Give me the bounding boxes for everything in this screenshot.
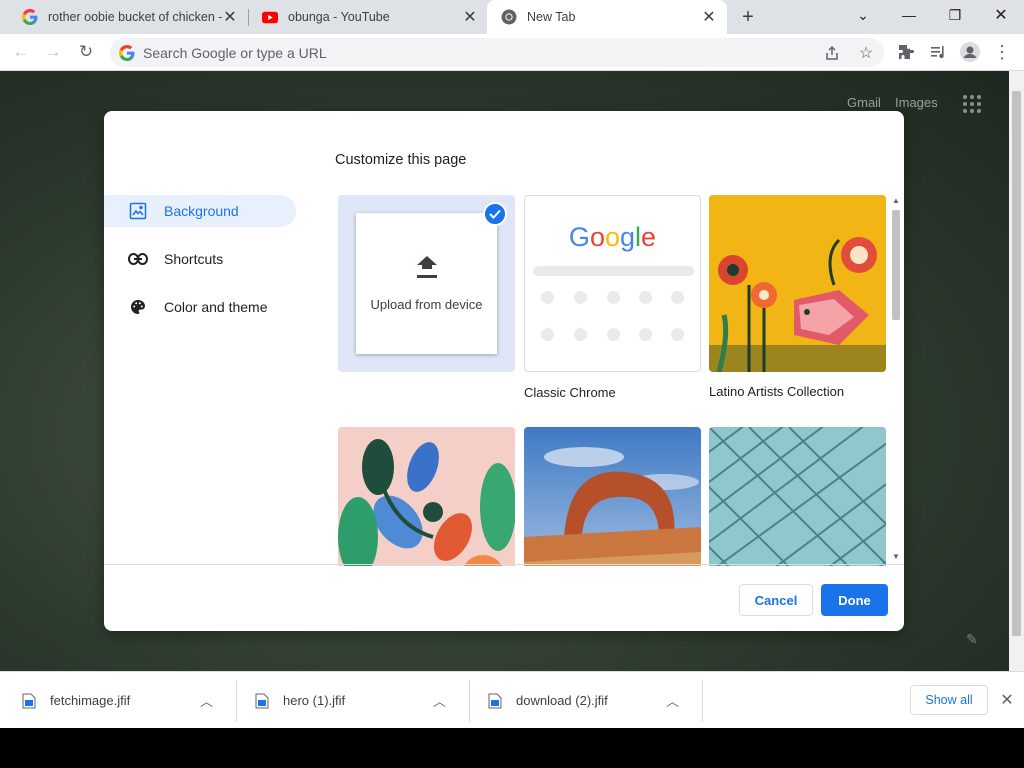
menu-label: Background <box>164 203 239 219</box>
omnibox[interactable]: ☆ <box>110 38 884 67</box>
dialog-title: Customize this page <box>335 152 467 168</box>
arch-landscape-tile[interactable] <box>524 427 701 566</box>
floral-art-tile[interactable] <box>338 427 515 566</box>
new-tab-button[interactable]: + <box>736 5 760 29</box>
images-link[interactable]: Images <box>895 95 938 110</box>
gmail-link[interactable]: Gmail <box>847 95 881 110</box>
upload-label: Upload from device <box>370 296 483 312</box>
classic-chrome-tile[interactable]: Google <box>524 195 701 372</box>
media-control-icon[interactable] <box>925 39 951 65</box>
tab-new-tab[interactable]: New Tab ✕ <box>487 0 727 34</box>
profile-avatar-icon[interactable] <box>957 39 983 65</box>
menu-label: Shortcuts <box>164 251 224 267</box>
reload-button[interactable]: ↻ <box>73 39 99 65</box>
download-filename: fetchimage.jfif <box>50 693 131 708</box>
menu-color-theme[interactable]: Color and theme <box>104 291 296 323</box>
download-item[interactable]: hero (1).jfif ︿ <box>233 672 451 729</box>
apps-grid-icon[interactable] <box>963 95 981 113</box>
upload-tile[interactable]: Upload from device <box>338 195 515 372</box>
google-logo: Google <box>568 222 657 252</box>
taskbar <box>0 728 1024 768</box>
background-grid: Upload from device Google Classic Chrome <box>336 194 904 566</box>
forward-button[interactable]: → <box>40 39 66 65</box>
menu-shortcuts[interactable]: Shortcuts <box>104 243 296 275</box>
tab-strip: rother oobie bucket of chicken - ✕ obung… <box>0 0 1024 34</box>
close-icon[interactable]: ✕ <box>701 9 717 26</box>
show-all-button[interactable]: Show all <box>910 685 988 715</box>
close-icon[interactable]: ✕ <box>222 9 238 26</box>
toolbar: ← → ↻ ☆ ⋮ <box>0 34 1024 71</box>
close-window-button[interactable]: ✕ <box>978 0 1024 30</box>
done-button[interactable]: Done <box>821 584 888 616</box>
page-scrollbar[interactable] <box>1009 71 1024 671</box>
restore-button[interactable]: ❐ <box>932 0 978 30</box>
menu-label: Color and theme <box>164 299 268 315</box>
menu-background[interactable]: Background <box>104 195 296 227</box>
google-icon <box>119 44 135 61</box>
tab-title: New Tab <box>527 10 576 24</box>
search-bar-placeholder <box>533 266 694 276</box>
floral-artwork-image <box>338 427 515 566</box>
minimize-button[interactable]: — <box>886 0 932 30</box>
image-icon <box>128 201 148 221</box>
address-input[interactable] <box>143 44 884 61</box>
download-item[interactable]: download (2).jfif ︿ <box>466 672 684 729</box>
palette-icon <box>128 297 148 317</box>
tab-youtube[interactable]: obunga - YouTube ✕ <box>248 0 488 34</box>
close-icon[interactable]: ✕ <box>462 9 478 26</box>
image-file-icon <box>488 693 502 709</box>
chevron-up-icon[interactable]: ︿ <box>200 691 218 710</box>
scrollbar-thumb[interactable] <box>892 210 900 320</box>
download-item[interactable]: fetchimage.jfif ︿ <box>0 672 218 729</box>
architecture-tile[interactable] <box>709 427 886 566</box>
image-file-icon <box>22 693 36 709</box>
upload-icon <box>416 255 438 283</box>
chevron-up-icon[interactable]: ︿ <box>666 691 684 710</box>
dialog-footer: Cancel Done <box>104 564 904 631</box>
bookmark-star-icon[interactable]: ☆ <box>856 43 876 63</box>
close-icon[interactable]: ✕ <box>997 690 1017 710</box>
image-file-icon <box>255 693 269 709</box>
latino-artists-tile[interactable] <box>709 195 886 372</box>
google-icon <box>22 9 38 25</box>
arch-photo-image <box>524 427 701 566</box>
chrome-icon <box>501 9 517 25</box>
extensions-icon[interactable] <box>893 39 919 65</box>
youtube-icon <box>262 9 278 25</box>
download-filename: hero (1).jfif <box>283 693 346 708</box>
menu-kebab-icon[interactable]: ⋮ <box>989 39 1015 65</box>
latino-artwork-image <box>709 195 886 372</box>
back-button[interactable]: ← <box>8 39 34 65</box>
download-bar: fetchimage.jfif ︿ hero (1).jfif ︿ downlo… <box>0 671 1024 728</box>
upload-card: Upload from device <box>356 213 497 354</box>
latino-artists-label: Latino Artists Collection <box>709 384 845 399</box>
chevron-up-icon[interactable]: ︿ <box>433 691 451 710</box>
customize-dialog: Customize this page Background Shortcuts… <box>104 111 904 631</box>
tab-title: rother oobie bucket of chicken - <box>48 10 222 24</box>
glass-facade-image <box>709 427 886 566</box>
classic-chrome-label: Classic Chrome <box>524 385 616 400</box>
cancel-button[interactable]: Cancel <box>739 584 813 616</box>
share-icon[interactable] <box>822 43 842 63</box>
dialog-scrollbar[interactable]: ▲ ▼ <box>888 194 904 566</box>
checkmark-icon <box>483 202 507 226</box>
tab-google-search[interactable]: rother oobie bucket of chicken - ✕ <box>8 0 248 34</box>
link-icon <box>128 249 148 269</box>
tab-title: obunga - YouTube <box>288 10 390 24</box>
download-filename: download (2).jfif <box>516 693 608 708</box>
customize-pencil-icon[interactable]: ✎ <box>966 631 978 648</box>
tab-search-icon[interactable]: ⌄ <box>840 0 886 30</box>
